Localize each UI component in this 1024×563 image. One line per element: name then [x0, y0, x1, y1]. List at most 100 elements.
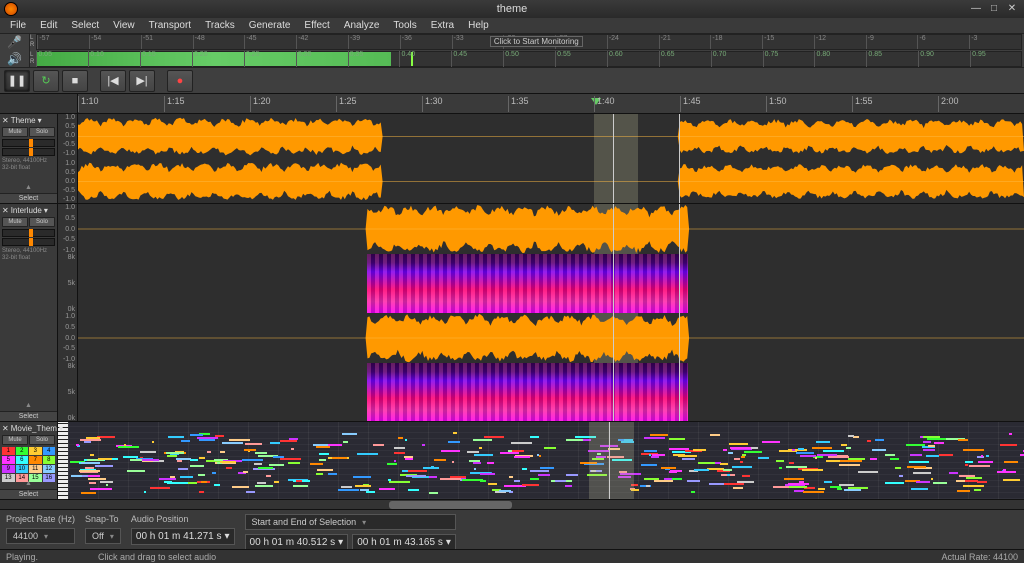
playback-meter[interactable] [36, 51, 1022, 67]
play-cursor [613, 204, 614, 421]
waveform-theme-left [78, 114, 1024, 159]
track-head-theme: ✕Theme▾ Mute Solo Stereo, 44100Hz32-bit … [0, 114, 58, 203]
edit-cursor [679, 114, 680, 203]
snap-to-label: Snap-To [85, 514, 121, 524]
select-track-button[interactable]: Select [0, 411, 57, 421]
selection-region [589, 422, 634, 499]
menu-edit[interactable]: Edit [34, 20, 63, 31]
close-track-icon[interactable]: ✕ [2, 116, 9, 125]
speaker-icon[interactable]: 🔊 [7, 52, 22, 66]
pan-slider[interactable] [2, 148, 55, 156]
track-body-theme[interactable] [78, 114, 1024, 203]
track-name[interactable]: Theme [11, 116, 36, 125]
record-button[interactable]: ● [167, 70, 193, 92]
menu-file[interactable]: File [4, 20, 32, 31]
track-info: Stereo, 44100Hz32-bit float [2, 248, 55, 262]
close-track-icon[interactable]: ✕ [2, 424, 9, 433]
menu-select[interactable]: Select [65, 20, 105, 31]
menu-tools[interactable]: Tools [387, 20, 422, 31]
project-rate-label: Project Rate (Hz) [6, 514, 75, 524]
skip-end-button[interactable]: ▶| [129, 70, 155, 92]
menu-view[interactable]: View [107, 20, 141, 31]
monitor-message[interactable]: Click to Start Monitoring [490, 36, 583, 47]
track-name[interactable]: Interlude [11, 206, 42, 215]
scrollbar-thumb[interactable] [389, 501, 512, 509]
track-interlude: ✕Interlude▾ Mute Solo Stereo, 44100Hz32-… [0, 204, 1024, 422]
gain-slider[interactable] [2, 139, 55, 147]
track-head-midi: ✕Movie_Them▾ Mute Solo 12345678910111213… [0, 422, 58, 499]
waveform-interlude-right [78, 313, 1024, 363]
transport-toolbar: ❚❚ ↻ ■ |◀ ▶| ● [0, 68, 1024, 94]
play-cursor [613, 114, 614, 203]
track-name[interactable]: Movie_Them [11, 424, 57, 433]
mic-icon[interactable]: 🎤 [7, 35, 22, 49]
play-loop-button[interactable]: ↻ [33, 70, 59, 92]
skip-start-button[interactable]: |◀ [100, 70, 126, 92]
selection-mode-dropdown[interactable]: Start and End of Selection [245, 514, 456, 530]
status-bar: Playing. Click and drag to select audio … [0, 549, 1024, 563]
track-body-midi[interactable] [68, 422, 1024, 499]
collapse-icon[interactable]: ▲ [25, 402, 32, 409]
track-head-interlude: ✕Interlude▾ Mute Solo Stereo, 44100Hz32-… [0, 204, 58, 421]
mute-button[interactable]: Mute [2, 435, 28, 445]
track-menu-icon[interactable]: ▾ [59, 424, 63, 433]
solo-button[interactable]: Solo [29, 217, 55, 227]
menubar: File Edit Select View Transport Tracks G… [0, 18, 1024, 34]
menu-analyze[interactable]: Analyze [338, 20, 386, 31]
window-title: theme [497, 3, 528, 15]
midi-notes [68, 422, 1024, 499]
pan-slider[interactable] [2, 238, 55, 246]
track-theme: ✕Theme▾ Mute Solo Stereo, 44100Hz32-bit … [0, 114, 1024, 204]
track-info: Stereo, 44100Hz32-bit float [2, 158, 55, 172]
vertical-scale[interactable]: 1.00.50.0-0.5-1.08k5k0k1.00.50.0-0.5-1.0… [58, 204, 78, 421]
spectrogram-interlude-left [367, 254, 689, 313]
collapse-icon[interactable]: ▲ [25, 480, 32, 487]
timeline-ruler[interactable]: 1:101:151:201:251:301:351:401:451:501:55… [0, 94, 1024, 114]
menu-transport[interactable]: Transport [143, 20, 197, 31]
play-cursor [609, 422, 610, 499]
waveform-interlude-left [78, 204, 1024, 254]
app-icon [4, 2, 18, 16]
project-rate-dropdown[interactable]: 44100 [6, 528, 75, 544]
collapse-icon[interactable]: ▲ [25, 184, 32, 191]
close-window-button[interactable]: ✕ [1006, 3, 1018, 15]
menu-extra[interactable]: Extra [425, 20, 460, 31]
status-rate: Actual Rate: 44100 [941, 552, 1018, 562]
track-menu-icon[interactable]: ▾ [44, 206, 48, 215]
waveform-theme-right [78, 159, 1024, 203]
vertical-scale[interactable]: 1.00.50.0-0.5-1.01.00.50.0-0.5-1.0 [58, 114, 78, 203]
edit-cursor [679, 204, 680, 421]
status-state: Playing. [6, 552, 38, 562]
track-body-interlude[interactable] [78, 204, 1024, 421]
horizontal-scrollbar[interactable] [0, 499, 1024, 509]
menu-tracks[interactable]: Tracks [199, 20, 241, 31]
solo-button[interactable]: Solo [29, 435, 55, 445]
solo-button[interactable]: Solo [29, 127, 55, 137]
audio-position-label: Audio Position [131, 514, 235, 524]
audio-position-field[interactable]: 00 h 01 m 41.271 s▾ [131, 528, 235, 545]
select-track-button[interactable]: Select [0, 193, 57, 203]
minimize-button[interactable]: — [970, 3, 982, 15]
gain-slider[interactable] [2, 229, 55, 237]
maximize-button[interactable]: □ [988, 3, 1000, 15]
menu-generate[interactable]: Generate [243, 20, 297, 31]
tracks-area: ✕Theme▾ Mute Solo Stereo, 44100Hz32-bit … [0, 114, 1024, 499]
close-track-icon[interactable]: ✕ [2, 206, 9, 215]
select-track-button[interactable]: Select [0, 489, 57, 499]
track-midi: ✕Movie_Them▾ Mute Solo 12345678910111213… [0, 422, 1024, 499]
meter-toolbar: 🎤 LR Click to Start Monitoring -57-54-51… [0, 34, 1024, 68]
midi-channel-grid[interactable]: 12345678910111213141516 [2, 447, 55, 482]
piano-scale[interactable] [58, 422, 68, 499]
stop-button[interactable]: ■ [62, 70, 88, 92]
titlebar: theme — □ ✕ [0, 0, 1024, 18]
selection-toolbar: Project Rate (Hz) 44100 Snap-To Off Audi… [0, 509, 1024, 549]
track-menu-icon[interactable]: ▾ [38, 116, 42, 125]
pause-button[interactable]: ❚❚ [4, 70, 30, 92]
mute-button[interactable]: Mute [2, 127, 28, 137]
recording-meter[interactable]: Click to Start Monitoring -57-54-51-48-4… [36, 34, 1022, 50]
spectrogram-interlude-right [367, 363, 689, 421]
snap-to-dropdown[interactable]: Off [85, 528, 121, 544]
menu-help[interactable]: Help [462, 20, 495, 31]
menu-effect[interactable]: Effect [298, 20, 335, 31]
mute-button[interactable]: Mute [2, 217, 28, 227]
